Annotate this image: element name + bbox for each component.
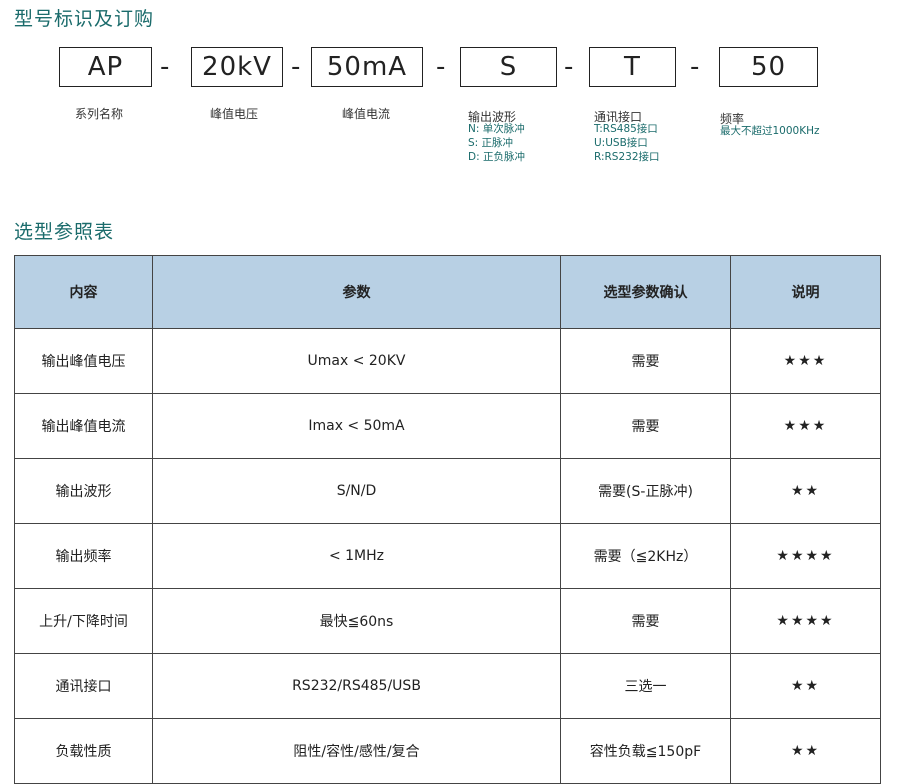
separator-dash: -	[564, 52, 574, 82]
cell-rating: ★★	[730, 458, 881, 524]
header-note: 说明	[730, 255, 881, 329]
desc-line: D: 正负脉冲	[468, 151, 525, 163]
cell-content: 负载性质	[14, 718, 153, 784]
desc-line: R:RS232接口	[594, 151, 660, 163]
code-box-current: 50mA	[311, 47, 423, 87]
desc-interface: T:RS485接口 U:USB接口 R:RS232接口	[594, 122, 660, 164]
separator-dash: -	[690, 52, 700, 82]
code-box-voltage: 20kV	[191, 47, 283, 87]
code-box-waveform: S	[460, 47, 557, 87]
section-title-selection: 选型参照表	[14, 221, 115, 243]
cell-confirm: 需要(S-正脉冲)	[560, 458, 731, 524]
cell-parameter: Umax < 20KV	[152, 328, 561, 394]
header-content: 内容	[14, 255, 153, 329]
label-peak-voltage: 峰值电压	[210, 107, 259, 121]
cell-rating: ★★★	[730, 393, 881, 459]
header-confirm: 选型参数确认	[560, 255, 731, 329]
cell-content: 上升/下降时间	[14, 588, 153, 654]
code-box-interface: T	[589, 47, 676, 87]
desc-line: U:USB接口	[594, 137, 648, 149]
code-box-frequency: 50	[719, 47, 818, 87]
desc-line: 最大不超过1000KHz	[720, 125, 820, 137]
cell-confirm: 需要	[560, 393, 731, 459]
cell-rating: ★★	[730, 718, 881, 784]
desc-line: N: 单次脉冲	[468, 123, 525, 135]
code-box-series: AP	[59, 47, 152, 87]
cell-content: 输出峰值电流	[14, 393, 153, 459]
cell-confirm: 容性负载≦150pF	[560, 718, 731, 784]
table-row: 输出峰值电压 Umax < 20KV 需要 ★★★	[14, 328, 881, 394]
cell-parameter: RS232/RS485/USB	[152, 653, 561, 719]
separator-dash: -	[436, 52, 446, 82]
cell-rating: ★★★★	[730, 588, 881, 654]
table-row: 通讯接口 RS232/RS485/USB 三选一 ★★	[14, 653, 881, 719]
header-parameter: 参数	[152, 255, 561, 329]
table-header-row: 内容 参数 选型参数确认 说明	[14, 255, 881, 329]
table-row: 输出频率 < 1MHz 需要（≦2KHz） ★★★★	[14, 523, 881, 589]
cell-rating: ★★★★	[730, 523, 881, 589]
table-row: 负载性质 阻性/容性/感性/复合 容性负载≦150pF ★★	[14, 718, 881, 784]
cell-parameter: < 1MHz	[152, 523, 561, 589]
cell-parameter: 最快≦60ns	[152, 588, 561, 654]
cell-confirm: 需要（≦2KHz）	[560, 523, 731, 589]
separator-dash: -	[160, 52, 170, 82]
cell-content: 输出频率	[14, 523, 153, 589]
desc-waveform: N: 单次脉冲 S: 正脉冲 D: 正负脉冲	[468, 122, 525, 164]
cell-content: 通讯接口	[14, 653, 153, 719]
cell-confirm: 三选一	[560, 653, 731, 719]
table-row: 输出波形 S/N/D 需要(S-正脉冲) ★★	[14, 458, 881, 524]
desc-frequency: 最大不超过1000KHz	[720, 124, 820, 138]
label-series: 系列名称	[75, 107, 124, 121]
desc-line: S: 正脉冲	[468, 137, 514, 149]
cell-content: 输出波形	[14, 458, 153, 524]
cell-parameter: Imax < 50mA	[152, 393, 561, 459]
cell-rating: ★★	[730, 653, 881, 719]
cell-confirm: 需要	[560, 328, 731, 394]
table-row: 上升/下降时间 最快≦60ns 需要 ★★★★	[14, 588, 881, 654]
cell-content: 输出峰值电压	[14, 328, 153, 394]
section-title-ordering: 型号标识及订购	[14, 8, 155, 30]
separator-dash: -	[291, 52, 301, 82]
selection-table: 内容 参数 选型参数确认 说明 输出峰值电压 Umax < 20KV 需要 ★★…	[14, 255, 881, 784]
cell-parameter: S/N/D	[152, 458, 561, 524]
desc-line: T:RS485接口	[594, 123, 658, 135]
cell-parameter: 阻性/容性/感性/复合	[152, 718, 561, 784]
cell-rating: ★★★	[730, 328, 881, 394]
label-peak-current: 峰值电流	[342, 107, 391, 121]
cell-confirm: 需要	[560, 588, 731, 654]
table-row: 输出峰值电流 Imax < 50mA 需要 ★★★	[14, 393, 881, 459]
